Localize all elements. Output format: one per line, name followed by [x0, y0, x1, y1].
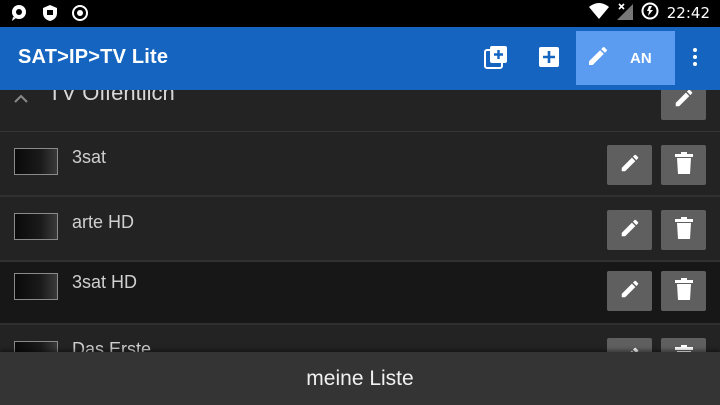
channel-thumbnail [14, 148, 58, 175]
wifi-icon [588, 2, 609, 24]
group-title: TV Öffentlich [48, 90, 175, 105]
channel-name: arte HD [72, 212, 135, 232]
clock: 22:42 [666, 4, 710, 22]
record-icon [72, 5, 88, 25]
signal-off-icon [616, 2, 633, 24]
channel-row[interactable]: arte HD [0, 199, 720, 262]
channel-row[interactable]: 3sat HD [0, 262, 720, 325]
edit-channel-button[interactable] [607, 145, 652, 185]
trash-icon [674, 278, 693, 304]
channel-thumbnail [14, 213, 58, 240]
pencil-icon [619, 278, 641, 304]
add-list-button[interactable] [478, 27, 514, 90]
delete-channel-button[interactable] [661, 271, 706, 311]
list-selector-bar[interactable]: meine Liste [0, 352, 720, 405]
trash-icon [674, 217, 693, 243]
app-title: SAT>IP>TV Lite [18, 46, 169, 68]
channel-name: 3sat HD [72, 272, 138, 292]
overflow-menu-button[interactable] [684, 27, 706, 90]
channel-name: Das Erste [72, 339, 152, 352]
edit-mode-label: AN [630, 49, 652, 67]
channel-row[interactable]: Das Erste [0, 326, 720, 352]
pencil-icon [619, 217, 641, 243]
add-list-icon [484, 45, 508, 73]
app-bar: SAT>IP>TV Lite AN [0, 27, 720, 90]
status-bar: 22:42 [0, 0, 720, 27]
edit-group-button[interactable] [661, 90, 706, 120]
edit-channel-button[interactable] [607, 210, 652, 250]
delete-channel-button[interactable] [661, 338, 706, 352]
chat-bubble-icon [10, 4, 28, 26]
more-vert-icon [692, 47, 698, 71]
edit-mode-toggle[interactable]: AN [576, 31, 675, 85]
current-list-label: meine Liste [306, 366, 414, 390]
pencil-icon [586, 44, 610, 72]
channel-row[interactable]: 3sat [0, 134, 720, 197]
add-icon [538, 46, 560, 72]
edit-channel-button[interactable] [607, 271, 652, 311]
delete-channel-button[interactable] [661, 145, 706, 185]
pencil-icon [619, 152, 641, 178]
pencil-icon [673, 90, 695, 113]
chevron-up-icon[interactable] [12, 90, 30, 108]
shield-icon [42, 4, 58, 26]
edit-channel-button[interactable] [607, 338, 652, 352]
channel-thumbnail [14, 341, 58, 352]
delete-channel-button[interactable] [661, 210, 706, 250]
channel-name: 3sat [72, 147, 107, 167]
trash-icon [674, 152, 693, 178]
add-channel-button[interactable] [531, 27, 567, 90]
data-saver-icon [641, 2, 659, 24]
channel-thumbnail [14, 273, 58, 300]
channel-list[interactable]: TV Öffentlich 3sat arte HD 3sat HD Das E… [0, 90, 720, 352]
group-header[interactable]: TV Öffentlich [0, 90, 720, 132]
pencil-icon [619, 345, 641, 352]
trash-icon [674, 345, 693, 352]
